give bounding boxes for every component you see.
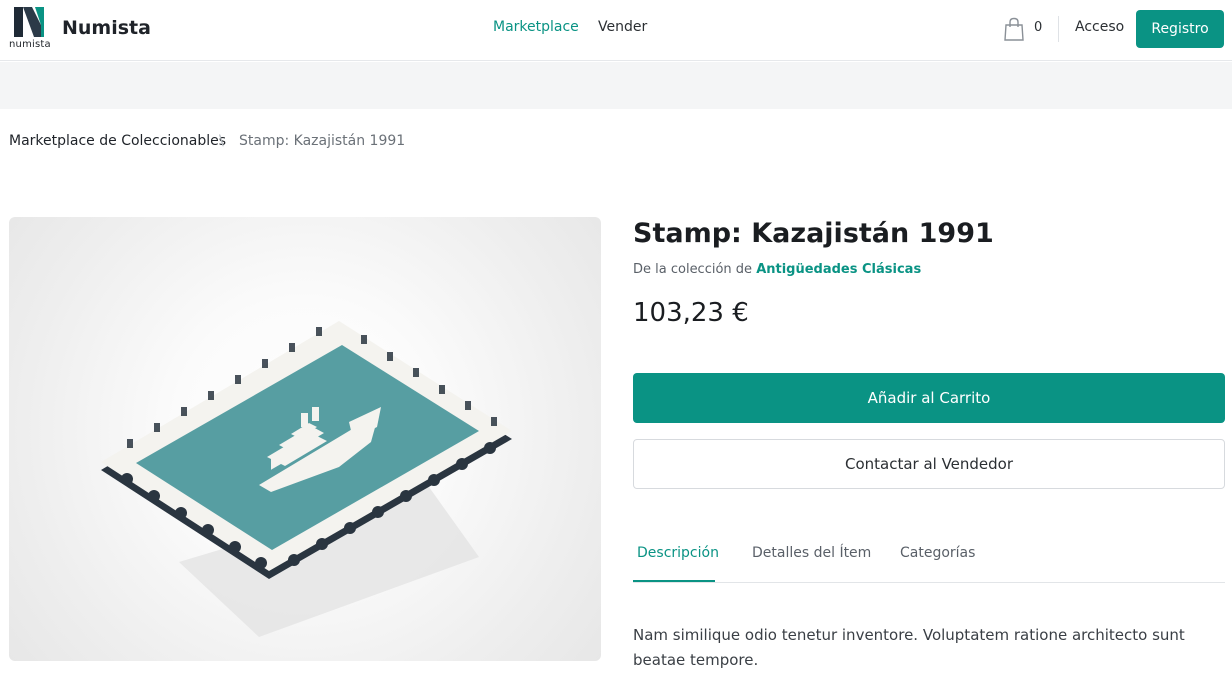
cart-count: 0 [1034, 20, 1043, 35]
collection-link[interactable]: Antigüedades Clásicas [756, 262, 921, 277]
brand-name[interactable]: Numista [62, 17, 151, 39]
collection-line: De la colección de Antigüedades Clásicas [633, 262, 921, 277]
header-band [0, 62, 1232, 109]
site-header: numista Numista Marketplace Vender 0 Acc… [0, 0, 1232, 61]
product-price: 103,23 € [633, 298, 749, 328]
login-link[interactable]: Acceso [1075, 19, 1124, 35]
tabs-divider [633, 582, 1225, 583]
numista-logo[interactable]: numista [9, 7, 53, 51]
collection-prefix: De la colección de [633, 262, 753, 277]
nav-link-marketplace[interactable]: Marketplace [493, 19, 579, 35]
add-to-cart-button[interactable]: Añadir al Carrito [633, 373, 1225, 423]
logo-n-icon [14, 7, 44, 37]
header-divider [1058, 16, 1059, 42]
active-tab-indicator [633, 580, 715, 582]
product-title: Stamp: Kazajistán 1991 [633, 218, 994, 249]
nav-link-sell[interactable]: Vender [598, 19, 647, 35]
tab-item-details[interactable]: Detalles del Ítem [752, 545, 871, 561]
stamp-ship-illustration-icon [101, 321, 512, 637]
tab-description[interactable]: Descripción [637, 545, 719, 561]
register-button[interactable]: Registro [1136, 10, 1224, 48]
product-image[interactable] [9, 217, 601, 661]
breadcrumb-marketplace[interactable]: Marketplace de Coleccionables [9, 133, 226, 149]
shopping-bag-icon[interactable] [1003, 17, 1025, 41]
breadcrumb-current: Stamp: Kazajistán 1991 [239, 133, 406, 149]
tab-categories[interactable]: Categorías [900, 545, 975, 561]
logo-wordmark: numista [9, 39, 51, 50]
contact-seller-button[interactable]: Contactar al Vendedor [633, 439, 1225, 489]
product-description: Nam similique odio tenetur inventore. Vo… [633, 626, 1185, 669]
breadcrumb-separator: \ [219, 133, 224, 149]
